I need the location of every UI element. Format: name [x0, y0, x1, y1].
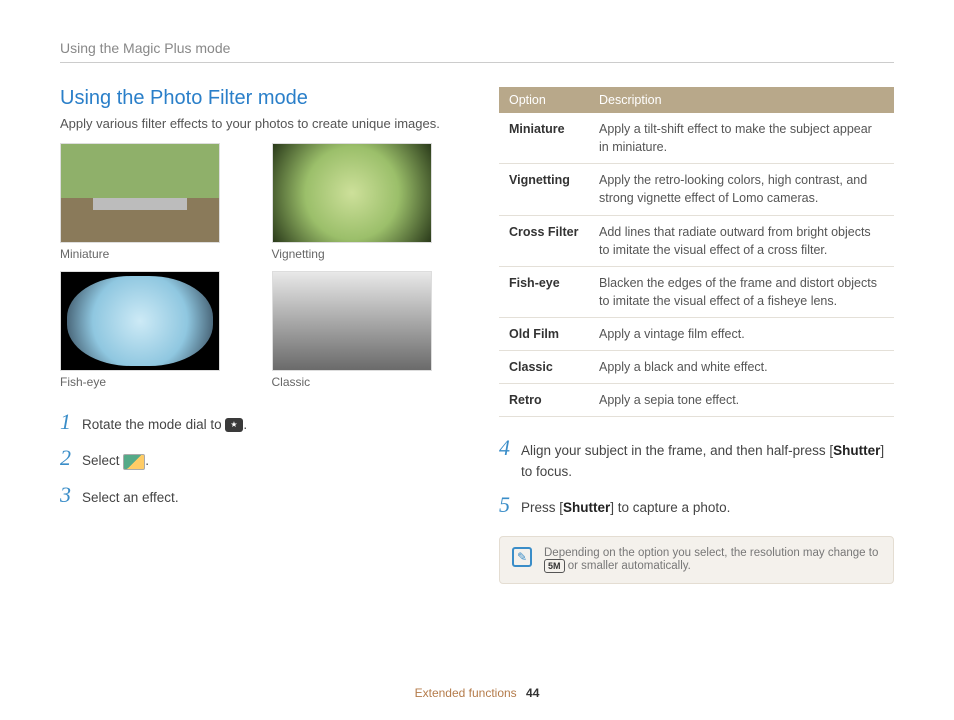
step-post: ] to capture a photo. — [610, 500, 730, 515]
thumbnail-caption: Vignetting — [272, 247, 432, 261]
step-pre: Align your subject in the frame, and the… — [521, 443, 833, 458]
table-header-option: Option — [499, 87, 589, 113]
steps-list-right: 4 Align your subject in the frame, and t… — [499, 435, 894, 518]
table-row: MiniatureApply a tilt-shift effect to ma… — [499, 113, 894, 164]
note-icon: ✎ — [512, 547, 532, 567]
step-post: . — [243, 417, 247, 432]
table-row: Old FilmApply a vintage film effect. — [499, 318, 894, 351]
step-post: . — [145, 453, 149, 468]
thumbnail-image-fisheye — [60, 271, 220, 371]
content-columns: Using the Photo Filter mode Apply variou… — [60, 87, 894, 584]
thumbnail-image-classic — [272, 271, 432, 371]
step-4: 4 Align your subject in the frame, and t… — [499, 435, 894, 482]
footer-section: Extended functions — [415, 686, 517, 700]
table-header-description: Description — [589, 87, 894, 113]
step-1: 1 Rotate the mode dial to . — [60, 409, 455, 435]
option-desc: Apply a black and white effect. — [589, 351, 894, 384]
left-column: Using the Photo Filter mode Apply variou… — [60, 87, 455, 584]
step-2: 2 Select . — [60, 445, 455, 471]
steps-list-left: 1 Rotate the mode dial to . 2 Select . 3… — [60, 409, 455, 508]
table-row: Cross FilterAdd lines that radiate outwa… — [499, 215, 894, 266]
step-number: 3 — [60, 482, 82, 508]
right-column: Option Description MiniatureApply a tilt… — [499, 87, 894, 584]
step-number: 4 — [499, 435, 521, 461]
thumbnail-miniature: Miniature — [60, 143, 220, 261]
option-name: Classic — [499, 351, 589, 384]
thumbnail-caption: Fish-eye — [60, 375, 220, 389]
option-desc: Apply a sepia tone effect. — [589, 384, 894, 417]
table-row: VignettingApply the retro-looking colors… — [499, 164, 894, 215]
table-row: Fish-eyeBlacken the edges of the frame a… — [499, 266, 894, 317]
step-bold: Shutter — [563, 500, 610, 515]
option-name: Miniature — [499, 113, 589, 164]
section-description: Apply various filter effects to your pho… — [60, 116, 455, 131]
step-number: 5 — [499, 492, 521, 518]
section-title: Using the Photo Filter mode — [60, 87, 455, 110]
note-pre: Depending on the option you select, the … — [544, 547, 878, 559]
step-pre: Select — [82, 453, 123, 468]
option-desc: Apply a vintage film effect. — [589, 318, 894, 351]
option-name: Old Film — [499, 318, 589, 351]
thumbnail-image-miniature — [60, 143, 220, 243]
step-number: 2 — [60, 445, 82, 471]
thumbnail-fisheye: Fish-eye — [60, 271, 220, 389]
thumbnail-caption: Classic — [272, 375, 432, 389]
table-row: ClassicApply a black and white effect. — [499, 351, 894, 384]
note-box: ✎ Depending on the option you select, th… — [499, 536, 894, 584]
step-5: 5 Press [Shutter] to capture a photo. — [499, 492, 894, 518]
option-desc: Apply a tilt-shift effect to make the su… — [589, 113, 894, 164]
option-name: Fish-eye — [499, 266, 589, 317]
filter-select-icon — [123, 454, 145, 470]
step-text: Rotate the mode dial to . — [82, 415, 247, 435]
mode-dial-icon — [225, 418, 243, 432]
page-header: Using the Magic Plus mode — [60, 40, 894, 63]
table-row: RetroApply a sepia tone effect. — [499, 384, 894, 417]
step-bold: Shutter — [833, 443, 880, 458]
thumbnail-vignetting: Vignetting — [272, 143, 432, 261]
option-name: Vignetting — [499, 164, 589, 215]
page-number: 44 — [526, 686, 539, 700]
page-footer: Extended functions 44 — [0, 686, 954, 700]
option-name: Cross Filter — [499, 215, 589, 266]
note-text: Depending on the option you select, the … — [544, 547, 881, 573]
option-desc: Apply the retro-looking colors, high con… — [589, 164, 894, 215]
thumbnail-caption: Miniature — [60, 247, 220, 261]
step-number: 1 — [60, 409, 82, 435]
step-pre: Rotate the mode dial to — [82, 417, 225, 432]
option-desc: Add lines that radiate outward from brig… — [589, 215, 894, 266]
option-desc: Blacken the edges of the frame and disto… — [589, 266, 894, 317]
options-table: Option Description MiniatureApply a tilt… — [499, 87, 894, 417]
step-text: Align your subject in the frame, and the… — [521, 441, 894, 482]
note-post: or smaller automatically. — [565, 560, 691, 572]
step-text: Press [Shutter] to capture a photo. — [521, 498, 730, 518]
step-text: Select . — [82, 451, 149, 471]
resolution-badge: 5M — [544, 559, 565, 573]
thumbnail-image-vignetting — [272, 143, 432, 243]
thumbnail-grid: Miniature Vignetting Fish-eye Classic — [60, 143, 455, 389]
step-text: Select an effect. — [82, 488, 179, 508]
step-pre: Press [ — [521, 500, 563, 515]
step-3: 3 Select an effect. — [60, 482, 455, 508]
thumbnail-classic: Classic — [272, 271, 432, 389]
option-name: Retro — [499, 384, 589, 417]
